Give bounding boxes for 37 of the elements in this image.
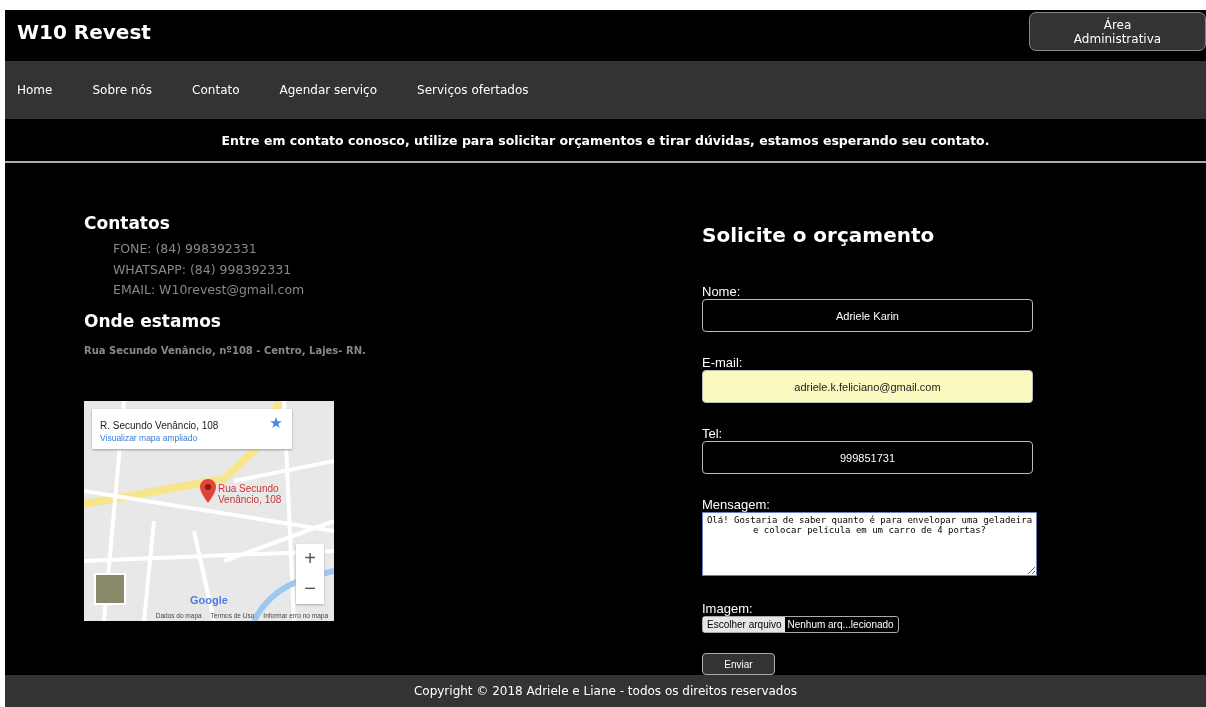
nav-link[interactable]: Agendar serviço xyxy=(279,79,377,102)
address-text: Rua Secundo Venâncio, nº108 - Centro, Lajes- RN. xyxy=(84,344,367,356)
section-heading: Contatos xyxy=(84,213,171,234)
message-field[interactable]: Olá! Gostaria de saber quanto é para envelopar uma geladeira e colocar película em um carro de 4 portas? xyxy=(702,512,1037,577)
intro-text: Entre em contato conosco, utilize para solicitar orçamentos e tirar dúvidas, estamos esperando seu contato. xyxy=(221,132,990,148)
submit-button[interactable]: Enviar xyxy=(702,653,775,676)
name-field[interactable]: Adriele Karin xyxy=(702,299,1033,333)
contact-item: EMAIL: W10revest@gmail.com xyxy=(113,281,306,300)
nav-link[interactable]: Home xyxy=(17,79,53,102)
form-heading: Solicite o orçamento xyxy=(702,223,936,248)
contact-item: WHATSAPP: (84) 998392331 xyxy=(113,260,293,279)
zoom-in-button[interactable]: + xyxy=(296,543,324,574)
site-logo: W10 Revest xyxy=(17,20,151,44)
place-title: R. Secundo Venâncio, 108 xyxy=(100,419,219,431)
pin-label: Rua Secundo Venâncio, 108 xyxy=(218,482,283,505)
field-label: Tel: xyxy=(702,427,724,442)
field-label: E-mail: xyxy=(702,356,744,371)
phone-field[interactable]: 999851731 xyxy=(702,441,1033,475)
star-icon[interactable] xyxy=(270,416,282,429)
admin-area-button[interactable]: Área Administrativa xyxy=(1029,12,1206,51)
nav-link[interactable]: Sobre nós xyxy=(92,79,153,102)
field-label: Nome: xyxy=(702,285,742,300)
field-label: Imagem: xyxy=(702,602,754,617)
contact-item: FONE: (84) 998392331 xyxy=(113,240,258,259)
larger-map-link[interactable]: Visualizar mapa ampliado xyxy=(100,432,198,443)
choose-file-button[interactable]: Escolher arquivo xyxy=(703,617,786,633)
field-label: Mensagem: xyxy=(702,498,771,513)
map-pin-icon xyxy=(200,478,216,503)
file-status-text: Nenhum arq...lecionado xyxy=(785,617,896,633)
nav-link[interactable]: Serviços ofertados xyxy=(417,79,529,102)
map-logo: Google xyxy=(190,593,228,606)
nav-link[interactable]: Contato xyxy=(192,79,240,102)
satellite-view-thumbnail[interactable] xyxy=(94,572,126,605)
zoom-out-button[interactable]: − xyxy=(296,573,324,604)
section-heading: Onde estamos xyxy=(84,310,222,331)
email-field[interactable]: adriele.k.feliciano@gmail.com xyxy=(702,370,1033,404)
copyright-text: Copyright © 2018 Adriele e Liane - todos os direitos reservados xyxy=(413,684,798,699)
